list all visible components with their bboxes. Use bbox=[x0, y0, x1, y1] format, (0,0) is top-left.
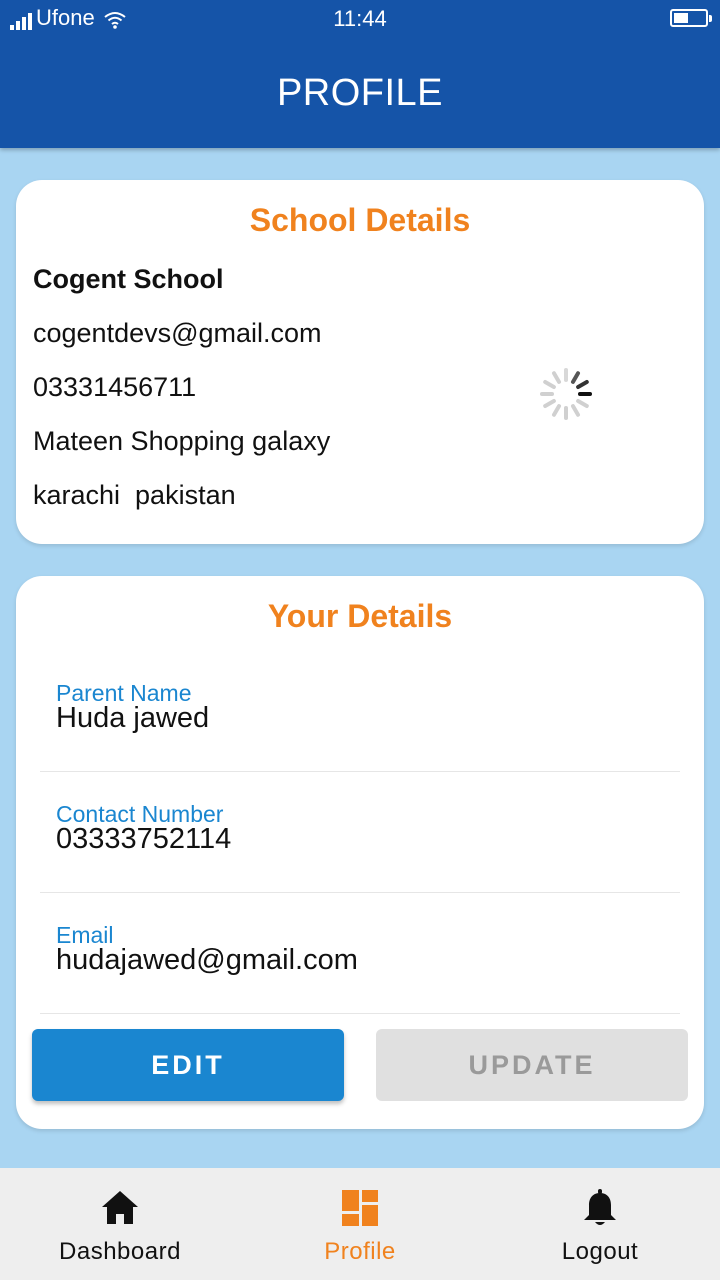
nav-label-dashboard: Dashboard bbox=[59, 1238, 181, 1265]
school-address: Mateen Shopping galaxy bbox=[33, 426, 331, 456]
school-phone: 03331456711 bbox=[33, 372, 197, 402]
dashboard-grid-icon bbox=[342, 1190, 378, 1226]
school-details-title: School Details bbox=[249, 202, 471, 238]
battery-icon bbox=[670, 9, 712, 27]
app-header: Ufone 11:44 PROFILE bbox=[0, 0, 720, 148]
school-details-card: School Details Cogent School cogentdevs@… bbox=[16, 180, 704, 544]
parent-name-value[interactable]: Huda jawed bbox=[56, 702, 209, 735]
battery-level bbox=[674, 13, 688, 23]
nav-item-profile[interactable]: Profile bbox=[240, 1168, 480, 1280]
contact-number-value[interactable]: 03333752114 bbox=[56, 823, 231, 856]
bottom-navigation: Dashboard Profile Logout bbox=[0, 1168, 720, 1280]
your-details-title: Your Details bbox=[267, 598, 453, 634]
email-field[interactable]: Email hudajawed@gmail.com bbox=[40, 922, 680, 1014]
school-city-country: karachi pakistan bbox=[33, 480, 236, 510]
email-value[interactable]: hudajawed@gmail.com bbox=[56, 944, 358, 977]
home-icon bbox=[102, 1191, 138, 1224]
nav-item-dashboard[interactable]: Dashboard bbox=[0, 1168, 240, 1280]
status-bar: Ufone 11:44 bbox=[0, 0, 720, 38]
page-title: PROFILE bbox=[276, 72, 444, 114]
edit-button[interactable]: EDIT bbox=[32, 1029, 344, 1101]
nav-item-logout[interactable]: Logout bbox=[480, 1168, 720, 1280]
nav-label-profile: Profile bbox=[324, 1238, 396, 1265]
bell-icon bbox=[584, 1189, 616, 1225]
loading-spinner-icon bbox=[540, 368, 592, 420]
contact-number-field[interactable]: Contact Number 03333752114 bbox=[40, 801, 680, 893]
school-name: Cogent School bbox=[33, 264, 224, 294]
nav-label-logout: Logout bbox=[561, 1238, 639, 1265]
status-time: 11:44 bbox=[333, 6, 387, 31]
update-button[interactable]: UPDATE bbox=[376, 1029, 688, 1101]
school-email: cogentdevs@gmail.com bbox=[33, 318, 322, 348]
parent-name-field[interactable]: Parent Name Huda jawed bbox=[40, 680, 680, 772]
your-details-card: Your Details Parent Name Huda jawed Cont… bbox=[16, 576, 704, 1129]
